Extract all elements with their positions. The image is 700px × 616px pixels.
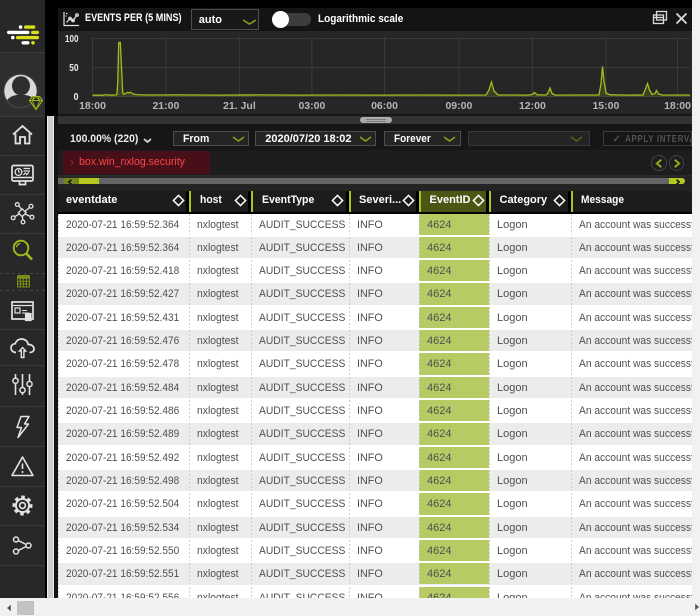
svg-text:0: 0 (73, 91, 78, 103)
svg-text:18:00: 18:00 (79, 100, 106, 112)
svg-text:06:00: 06:00 (371, 100, 398, 112)
svg-text:12:00: 12:00 (518, 100, 545, 112)
svg-text:100: 100 (65, 33, 79, 45)
svg-text:18:00: 18:00 (664, 100, 691, 112)
svg-text:50: 50 (69, 62, 78, 74)
svg-text:21. Jul: 21. Jul (223, 100, 256, 112)
svg-text:21:00: 21:00 (152, 100, 179, 112)
svg-text:03:00: 03:00 (298, 100, 325, 112)
svg-text:15:00: 15:00 (592, 100, 619, 112)
svg-text:09:00: 09:00 (445, 100, 472, 112)
